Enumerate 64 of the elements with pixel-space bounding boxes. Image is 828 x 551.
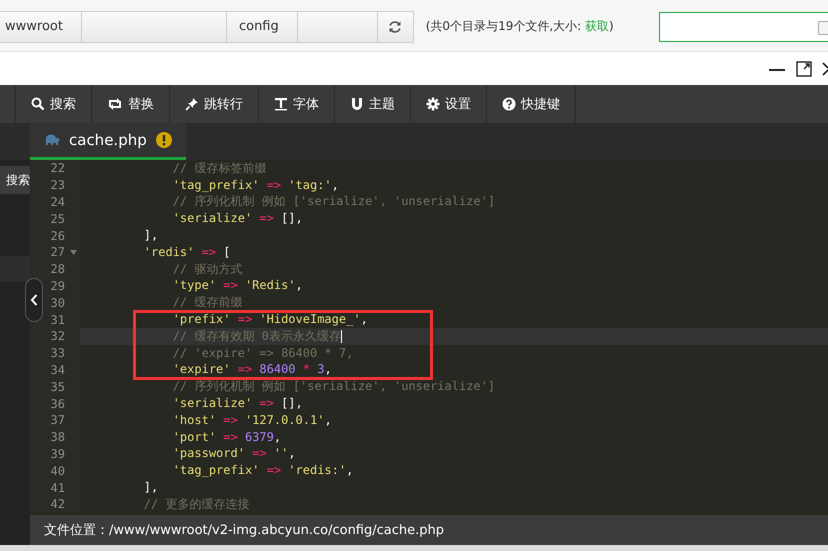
line-number: 32 — [50, 329, 65, 344]
line-number: 22 — [50, 161, 65, 176]
code-line: 'prefix' => 'HidoveImage_', — [172, 313, 368, 326]
line-number: 24 — [50, 194, 65, 209]
code-line: 'tag_prefix' => 'tag:', — [172, 178, 339, 192]
line-number: 30 — [50, 296, 65, 310]
maximize-icon[interactable] — [796, 60, 812, 76]
fold-icon[interactable] — [70, 250, 77, 255]
settings-icon — [426, 97, 440, 111]
code-line: // 缓存有效期 0表示永久缓存 — [172, 330, 342, 343]
line-number: 33 — [50, 346, 65, 360]
line-number: 29 — [50, 278, 65, 293]
code-line: 'redis' => [ — [142, 246, 231, 259]
code-line: // 序列化机制 例如 ['serialize', 'unserialize'] — [172, 380, 496, 394]
code-line: 'host' => '127.0.0.1', — [172, 414, 332, 427]
breadcrumb-item[interactable]: wwwroot — [0, 12, 82, 42]
directory-summary: (共0个目录与19个文件,大小: 获取) — [426, 18, 614, 35]
code-line: 'serialize' => [], — [172, 397, 303, 410]
code-line: 'expire' => 86400 * 3, — [172, 363, 332, 376]
line-number: 26 — [50, 228, 65, 243]
code-line: // 缓存前缀 — [172, 296, 242, 310]
collapse-button[interactable] — [25, 278, 43, 322]
code-line: // 更多的缓存连接 — [142, 498, 250, 511]
code-line: ], — [142, 229, 158, 242]
close-icon[interactable] — [822, 60, 828, 76]
font-icon — [274, 97, 288, 111]
repeat-icon — [107, 97, 123, 111]
chevron-left-icon — [30, 294, 38, 306]
code-line: // 缓存标签前缀 — [172, 162, 266, 175]
line-number: 39 — [50, 446, 65, 461]
line-number: 27 — [50, 245, 65, 260]
code-line: // 'expire' => 86400 * 7, — [172, 346, 354, 360]
refresh-button[interactable] — [378, 10, 414, 42]
line-number: 36 — [50, 396, 65, 411]
line-number: 23 — [50, 178, 65, 192]
sidebar-search-button[interactable]: 搜索 — [0, 166, 30, 194]
pin-icon — [185, 97, 199, 111]
file-path: 文件位置：/www/wwwroot/v2-img.abcyun.co/config/cache.php — [44, 522, 444, 539]
code-line: 'tag_prefix' => 'redis:', — [172, 464, 354, 478]
breadcrumb-item[interactable]: config — [226, 12, 298, 42]
code-line: 'type' => 'Redis', — [172, 279, 303, 292]
line-number: 38 — [50, 430, 65, 444]
line-number: 34 — [50, 362, 65, 377]
magnet-icon — [350, 97, 364, 111]
code-line: 'port' => 6379, — [172, 430, 282, 444]
code-line: 'password' => '', — [172, 447, 296, 460]
code-line: // 驱动方式 — [172, 262, 242, 276]
code-line: 'serialize' => [], — [172, 212, 303, 226]
line-number: 35 — [50, 380, 65, 394]
elephant-icon — [44, 134, 60, 146]
help-icon — [502, 97, 516, 111]
refresh-icon — [388, 20, 402, 34]
line-number: 25 — [50, 212, 65, 226]
line-number: 41 — [50, 480, 65, 495]
code-line: // 序列化机制 例如 ['serialize', 'unserialize'] — [172, 195, 496, 208]
file-tab[interactable]: cache.php — [30, 123, 186, 160]
code-line: ], — [142, 481, 158, 494]
line-number: 37 — [50, 413, 65, 428]
line-number: 42 — [50, 497, 65, 512]
search-icon — [31, 97, 45, 111]
line-number: 40 — [50, 464, 65, 478]
line-number: 31 — [50, 312, 65, 327]
search-field[interactable] — [659, 12, 828, 42]
line-number: 28 — [50, 262, 65, 276]
